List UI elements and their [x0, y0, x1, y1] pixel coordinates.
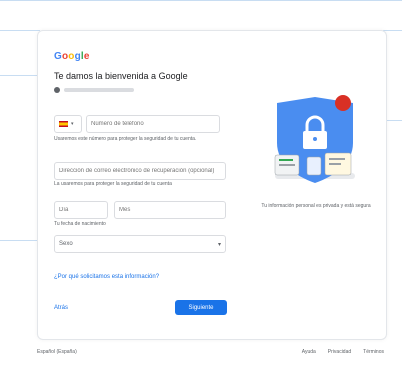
spain-flag-icon [59, 121, 68, 127]
terms-link[interactable]: Términos [363, 349, 384, 355]
grid-line [383, 30, 402, 31]
device-line [279, 159, 293, 161]
page-title: Te damos la bienvenida a Google [54, 71, 188, 81]
notification-badge [335, 95, 351, 111]
account-email-placeholder [64, 88, 134, 92]
day-input[interactable] [54, 201, 108, 219]
keyhole [313, 137, 317, 141]
device-line [279, 164, 295, 166]
gender-select[interactable]: Sexo ▾ [54, 235, 226, 253]
phone-hint: Usaremos este número para proteger la se… [54, 136, 197, 142]
recovery-hint: La usaremos para proteger la seguridad d… [54, 181, 172, 187]
user-icon [54, 87, 60, 93]
grid-line [0, 30, 40, 31]
recovery-email-input[interactable] [54, 162, 226, 180]
account-indicator [54, 87, 134, 93]
grid-line [0, 0, 402, 1]
why-info-link[interactable]: ¿Por qué solicitamos esta información? [54, 274, 159, 280]
dob-row [54, 201, 226, 219]
gender-value: Sexo [59, 241, 73, 247]
signup-card: Google Te damos la bienvenida a Google ▾… [37, 30, 387, 340]
document-line [329, 163, 341, 165]
privacy-link[interactable]: Privacidad [328, 349, 351, 355]
dob-hint: Tu fecha de nacimiento [54, 221, 106, 227]
next-button[interactable]: Siguiente [175, 300, 227, 315]
grid-line [0, 240, 40, 241]
phone-row: ▾ [54, 115, 220, 133]
chevron-down-icon: ▾ [71, 121, 74, 127]
month-input[interactable] [114, 201, 226, 219]
illustration-caption: Tu información personal es privada y est… [261, 203, 371, 209]
phone-device-icon [306, 156, 322, 176]
grid-line [0, 75, 40, 76]
back-link[interactable]: Atrás [54, 305, 68, 311]
country-selector[interactable]: ▾ [54, 115, 82, 133]
document-line [329, 158, 345, 160]
phone-input[interactable] [86, 115, 220, 133]
chevron-down-icon: ▾ [217, 241, 221, 248]
language-selector[interactable]: Español (España) [37, 349, 77, 355]
footer-links: Ayuda Privacidad Términos [302, 349, 384, 355]
google-logo: Google [54, 51, 90, 62]
help-link[interactable]: Ayuda [302, 349, 316, 355]
security-illustration [274, 95, 355, 183]
